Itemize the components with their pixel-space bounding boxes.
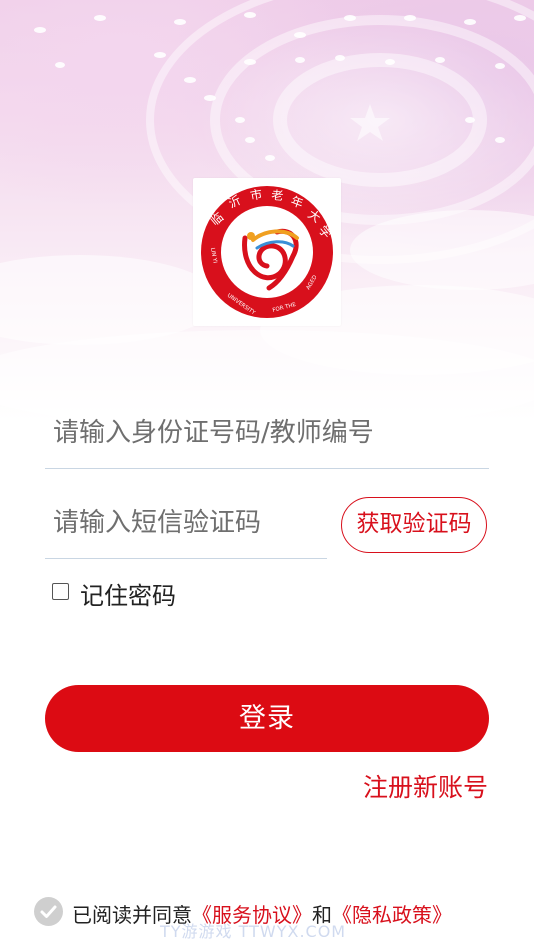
university-logo: 临 沂 市 老 年 大 学 LIN YI UNIVERSITY FOR THE …	[193, 178, 341, 326]
register-link[interactable]: 注册新账号	[363, 768, 488, 804]
sms-code-placeholder: 请输入短信验证码	[53, 508, 262, 538]
svg-text:市: 市	[249, 186, 263, 203]
remember-label: 记住密码	[80, 582, 176, 610]
remember-checkbox[interactable]	[52, 583, 69, 600]
get-code-button[interactable]: 获取验证码	[341, 497, 487, 553]
privacy-policy-link[interactable]: 《隐私政策》	[332, 903, 452, 927]
watermark: TY游游戏 TTWYX.COM	[160, 922, 347, 941]
check-circle-icon[interactable]	[34, 897, 63, 926]
id-number-field[interactable]: 请输入身份证号码/教师编号	[45, 416, 489, 469]
id-number-placeholder: 请输入身份证号码/教师编号	[53, 418, 374, 448]
sms-code-field[interactable]: 请输入短信验证码	[45, 506, 327, 559]
university-seal-icon: 临 沂 市 老 年 大 学 LIN YI UNIVERSITY FOR THE …	[201, 186, 335, 318]
login-button[interactable]: 登录	[45, 685, 489, 752]
svg-text:老: 老	[271, 188, 284, 203]
